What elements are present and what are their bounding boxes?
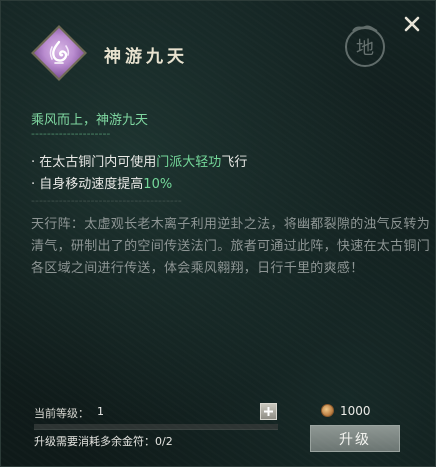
effect-line: · 自身移动速度提高10% xyxy=(31,173,172,192)
plus-icon xyxy=(264,407,273,416)
divider: -------------------------------------- xyxy=(31,194,182,207)
coin-value: 1000 xyxy=(340,404,371,418)
skill-title: 神游九天 xyxy=(104,47,188,67)
effect-line: · 在太古铜门内可使用门派大轻功飞行 xyxy=(31,151,247,170)
level-value: 1 xyxy=(97,405,104,418)
effect-highlight: 10% xyxy=(143,177,173,192)
bullet: · xyxy=(31,177,36,192)
seal-glyph: 地 xyxy=(356,38,374,59)
level-up-plus-button[interactable] xyxy=(260,403,277,420)
close-button[interactable] xyxy=(399,11,425,37)
seal-stamp-icon: 地 xyxy=(339,19,391,71)
upgrade-progress-bar xyxy=(34,424,278,430)
coin-icon xyxy=(321,404,334,417)
effect-highlight: 门派大轻功 xyxy=(156,155,222,170)
close-icon xyxy=(404,16,420,32)
upgrade-cost-label: 升级需要消耗多余金符：0/2 xyxy=(34,435,173,448)
effect-text: 在太古铜门内可使用 xyxy=(39,155,157,170)
purple-wind-diamond-icon xyxy=(34,28,84,78)
skill-lore: 天行阵：太虚观长老木离子利用逆卦之法，将幽都裂隙的浊气反转为清气，研制出了的空间… xyxy=(31,217,431,276)
bullet: · xyxy=(31,155,36,170)
divider: -------------------- xyxy=(31,127,111,140)
effect-text: 飞行 xyxy=(221,155,248,170)
level-label: 当前等级： xyxy=(34,407,89,420)
effect-text: 自身移动速度提高 xyxy=(39,177,144,192)
skill-detail-panel: 神游九天 地 乘风而上，神游九天 -------------------- · … xyxy=(0,0,436,467)
upgrade-button[interactable]: 升级 xyxy=(310,425,400,452)
skill-motto: 乘风而上，神游九天 xyxy=(31,113,149,128)
